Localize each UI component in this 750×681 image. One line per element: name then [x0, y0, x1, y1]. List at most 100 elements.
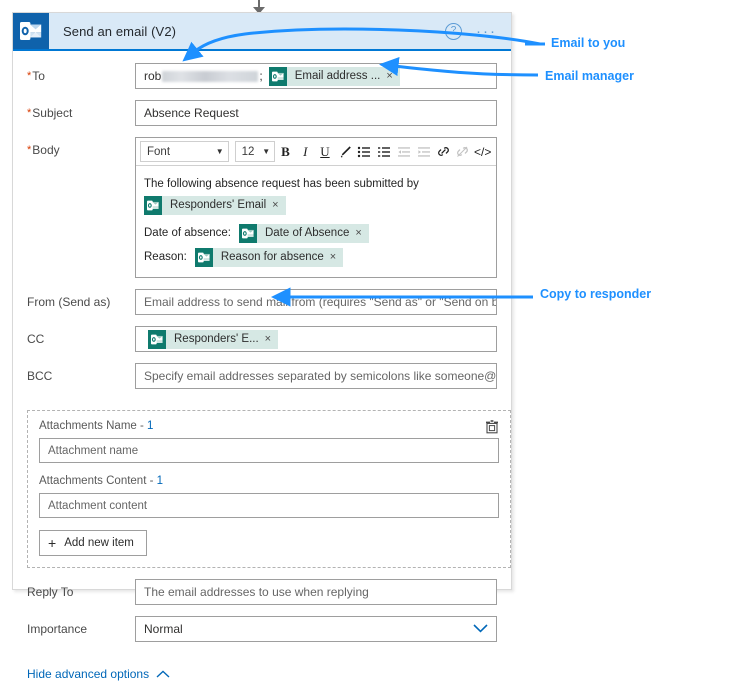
italic-icon[interactable]: I: [296, 142, 315, 162]
send-email-action-card: Send an email (V2) ? ··· *To rob; Email …: [12, 12, 512, 681]
subject-input[interactable]: Absence Request: [135, 100, 497, 126]
hide-advanced-options-label: Hide advanced options: [27, 667, 150, 681]
rte-toolbar: Font ▼ 12 ▼ B I U </>: [136, 138, 496, 166]
from-label: From (Send as): [27, 295, 111, 309]
token-remove-icon[interactable]: ×: [265, 333, 278, 345]
field-row-body: *Body Font ▼ 12 ▼ B I U </> The followin…: [27, 137, 497, 278]
token-remove-icon[interactable]: ×: [272, 197, 285, 214]
page-title: Send an email (V2): [63, 23, 177, 39]
body-token-reason-for-absence[interactable]: Reason for absence ×: [194, 248, 344, 267]
body-token-responders-email[interactable]: Responders' Email ×: [144, 196, 286, 215]
cc-control: Responders' E... ×: [135, 326, 497, 352]
body-label: *Body: [27, 143, 60, 157]
attachment-content-input[interactable]: Attachment content: [39, 493, 499, 518]
reply-to-label: Reply To: [27, 585, 74, 599]
rich-text-editor[interactable]: Font ▼ 12 ▼ B I U </> The following abse…: [135, 137, 497, 278]
importance-select[interactable]: Normal: [135, 616, 497, 642]
underline-icon[interactable]: U: [316, 142, 335, 162]
field-row-to: *To rob; Email address ... ×: [27, 63, 497, 89]
attachment-index: 1: [156, 475, 164, 487]
to-label: *To: [27, 69, 45, 83]
unlink-icon[interactable]: [454, 142, 473, 162]
more-options-icon[interactable]: ···: [476, 24, 497, 39]
add-new-item-button[interactable]: + Add new item: [39, 530, 147, 556]
font-family-select[interactable]: Font ▼: [140, 141, 229, 162]
body-token-row-2: Date of absence: Date of Absence ×: [144, 224, 486, 243]
attachment-content-label: Attachments Content - 1: [39, 475, 164, 487]
bulleted-list-icon[interactable]: [355, 142, 374, 162]
outdent-icon[interactable]: [394, 142, 413, 162]
from-control: Email address to send mail from (require…: [135, 289, 497, 315]
bold-icon[interactable]: B: [276, 142, 295, 162]
indent-icon[interactable]: [414, 142, 433, 162]
font-family-value: Font: [147, 145, 171, 158]
importance-value: Normal: [144, 622, 183, 636]
chevron-down-icon: ▼: [215, 147, 224, 156]
required-asterisk: *: [27, 70, 32, 82]
token-remove-icon[interactable]: ×: [355, 225, 368, 242]
subject-control: Absence Request: [135, 100, 497, 126]
reply-to-input[interactable]: The email addresses to use when replying: [135, 579, 497, 605]
bcc-input[interactable]: Specify email addresses separated by sem…: [135, 363, 497, 389]
outlook-icon: [13, 13, 49, 49]
date-of-absence-prefix: Date of absence:: [144, 227, 231, 239]
attachment-index: 1: [147, 420, 154, 432]
field-row-cc: CC Responders' E... ×: [27, 326, 497, 352]
text-color-pen-icon[interactable]: [335, 142, 354, 162]
reason-prefix: Reason:: [144, 251, 187, 263]
cc-input[interactable]: Responders' E... ×: [135, 326, 497, 352]
annotation-copy-to-responder: Copy to responder: [540, 287, 652, 301]
body-token-date-of-absence[interactable]: Date of Absence ×: [238, 224, 369, 243]
bcc-control: Specify email addresses separated by sem…: [135, 363, 497, 389]
reply-to-control: The email addresses to use when replying: [135, 579, 497, 605]
body-token-row-1: Responders' Email ×: [144, 196, 486, 215]
to-typed-prefix: rob: [144, 69, 162, 83]
token-label: Reason for absence: [220, 251, 324, 263]
help-icon[interactable]: ?: [445, 22, 462, 40]
attachment-name-input[interactable]: Attachment name: [39, 438, 499, 463]
token-label: Responders' E...: [174, 333, 259, 345]
plus-icon: +: [48, 535, 57, 551]
required-asterisk: *: [27, 107, 32, 119]
chevron-down-icon: ▼: [262, 147, 271, 156]
field-row-bcc: BCC Specify email addresses separated by…: [27, 363, 497, 389]
to-typed-value: rob;: [144, 69, 263, 83]
token-remove-icon[interactable]: ×: [386, 70, 399, 82]
to-separator: ;: [259, 69, 263, 83]
numbered-list-icon[interactable]: [375, 142, 394, 162]
required-asterisk: *: [27, 144, 32, 156]
hide-advanced-options-toggle[interactable]: Hide advanced options: [27, 667, 170, 681]
code-view-icon[interactable]: </>: [473, 142, 492, 162]
token-remove-icon[interactable]: ×: [330, 249, 343, 266]
from-input[interactable]: Email address to send mail from (require…: [135, 289, 497, 315]
annotation-email-to-you: Email to you: [551, 36, 626, 50]
token-outlook-icon: [238, 224, 257, 243]
token-label: Responders' Email: [170, 199, 267, 211]
importance-control: Normal: [135, 616, 497, 642]
field-row-subject: *Subject Absence Request: [27, 100, 497, 126]
to-token-chip[interactable]: Email address ... ×: [268, 66, 400, 86]
add-new-item-label: Add new item: [64, 537, 134, 549]
attachments-group: Attachments Name - 1 Attachment name Att…: [27, 410, 511, 568]
redacted-email: [162, 70, 259, 82]
font-size-select[interactable]: 12 ▼: [234, 141, 276, 162]
field-row-from: From (Send as) Email address to send mai…: [27, 289, 497, 315]
annotation-email-manager: Email manager: [545, 69, 634, 83]
body-line-1: The following absence request has been s…: [144, 178, 419, 190]
to-input[interactable]: rob; Email address ... ×: [135, 63, 497, 89]
trash-icon[interactable]: [484, 419, 500, 435]
to-control: rob; Email address ... ×: [135, 63, 497, 89]
token-outlook-icon: [268, 66, 287, 86]
card-header[interactable]: Send an email (V2) ? ···: [13, 13, 511, 51]
rte-content[interactable]: The following absence request has been s…: [136, 166, 496, 277]
header-actions: ? ···: [445, 22, 511, 40]
token-outlook-icon: [194, 248, 213, 267]
chevron-up-icon: [156, 667, 170, 681]
link-icon[interactable]: [434, 142, 453, 162]
cc-token-chip[interactable]: Responders' E... ×: [148, 329, 279, 349]
token-outlook-icon: [148, 329, 166, 349]
importance-label: Importance: [27, 622, 88, 636]
body-control: Font ▼ 12 ▼ B I U </> The following abse…: [135, 137, 497, 278]
field-row-reply-to: Reply To The email addresses to use when…: [27, 579, 497, 605]
